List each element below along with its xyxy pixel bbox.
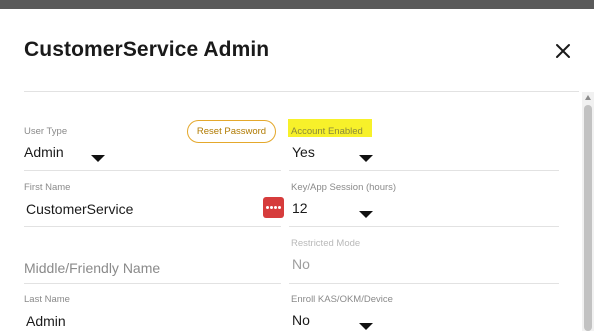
enroll-device-label: Enroll KAS/OKM/Device [291,294,393,305]
user-type-value[interactable]: Admin [24,144,64,160]
middle-name-underline [24,283,281,284]
restricted-mode-label: Restricted Mode [291,238,361,249]
dialog-title: CustomerService Admin [24,38,270,61]
scroll-up-arrow-icon[interactable] [585,95,591,100]
header-divider [24,91,579,92]
password-manager-icon[interactable] [263,197,284,218]
user-type-underline [24,170,281,171]
first-name-label: First Name [24,182,71,193]
user-type-label: User Type [24,126,68,137]
scrollbar-thumb[interactable] [584,105,592,331]
last-name-field[interactable]: Admin [26,313,66,329]
account-enabled-underline [289,170,559,171]
account-enabled-dropdown-icon[interactable] [359,155,373,162]
session-hours-underline [289,226,559,227]
account-enabled-value[interactable]: Yes [292,144,315,160]
session-hours-value[interactable]: 12 [292,200,308,216]
session-hours-dropdown-icon[interactable] [359,211,373,218]
account-enabled-label: Account Enabled [291,126,363,137]
restricted-mode-underline [289,283,559,284]
reset-password-button[interactable]: Reset Password [187,120,276,143]
enroll-device-value[interactable]: No [292,312,310,328]
close-icon[interactable] [553,41,573,61]
middle-name-field[interactable]: Middle/Friendly Name [24,260,160,276]
first-name-field[interactable]: CustomerService [26,201,133,217]
user-type-dropdown-icon[interactable] [91,155,105,162]
restricted-mode-value: No [292,256,310,272]
last-name-label: Last Name [24,294,70,305]
window-top-bar [0,0,594,9]
first-name-underline [24,226,281,227]
enroll-device-dropdown-icon[interactable] [359,323,373,330]
session-hours-label: Key/App Session (hours) [291,182,397,193]
